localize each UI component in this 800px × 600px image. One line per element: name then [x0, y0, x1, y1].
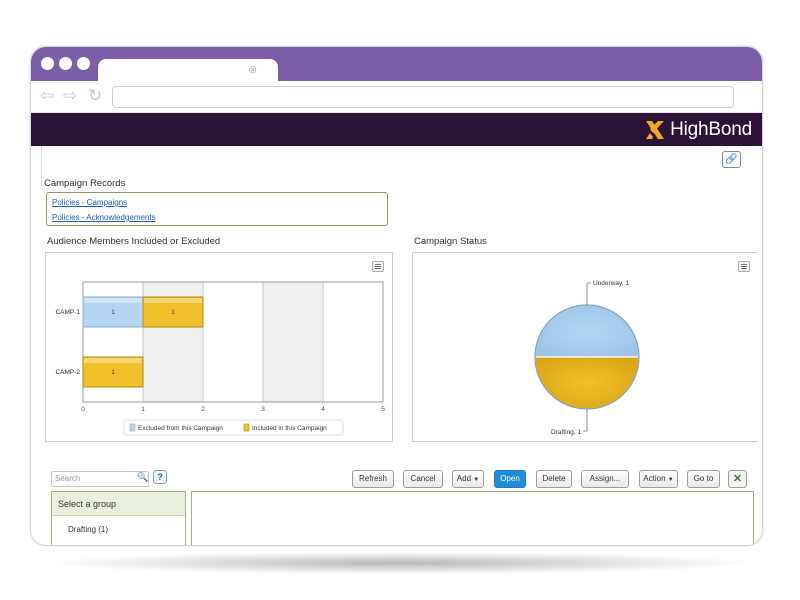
pie-slice: [534, 356, 640, 410]
audience-bar-chart: 0 1 2 3 4 5CAMP-1 1 1CAMP-2 1Excluded from this …: [55, 281, 385, 436]
record-link-campaigns[interactable]: Policies - Campaigns: [52, 195, 387, 210]
tab-close-icon[interactable]: ⊗: [248, 63, 257, 76]
status-pie-chart: Underway, 1 Drafting, 1: [534, 280, 640, 436]
brand-name: HighBond: [670, 119, 752, 140]
chart-legend: Excluded from this Campaign Included in t…: [123, 419, 344, 436]
legend-label: Included in this Campaign: [252, 425, 327, 432]
legend-label: Excluded from this Campaign: [138, 425, 223, 432]
status-chart-panel: Underway, 1 Drafting, 1: [412, 252, 757, 442]
cancel-button[interactable]: Cancel: [403, 470, 443, 488]
action-label: Action: [643, 474, 666, 483]
legend-swatch: [129, 423, 136, 432]
group-heading: Select a group: [52, 492, 185, 516]
record-link-acknowledgements[interactable]: Policies - Acknowledgements: [52, 210, 387, 225]
delete-button[interactable]: Delete: [536, 470, 572, 488]
window-dot-3[interactable]: [77, 57, 90, 70]
x-tick-label: 1: [141, 406, 145, 413]
audience-chart-panel: 0 1 2 3 4 5 CAMP-1 1 1 CAMP-2 1 Excluded from this …: [45, 252, 393, 442]
group-item-drafting[interactable]: Drafting (1): [52, 525, 185, 534]
x-tick-label: 2: [201, 406, 205, 413]
divider: [41, 146, 42, 186]
highbond-logo-mark: [646, 121, 665, 139]
window-dot-2[interactable]: [59, 57, 72, 70]
browser-window: ⊗ ⇦ ⇨ ↻ HighBond 🔗 Campaign Records Poli…: [30, 46, 763, 546]
goto-button[interactable]: Go to: [687, 470, 720, 488]
assign-button[interactable]: Assign...: [581, 470, 629, 488]
back-icon[interactable]: ⇦: [40, 86, 54, 106]
status-chart-title: Campaign Status: [414, 236, 487, 247]
x-tick-label: 3: [261, 406, 265, 413]
bar-highlight: [144, 298, 202, 303]
address-bar[interactable]: [112, 86, 734, 108]
forward-icon[interactable]: ⇨: [63, 86, 77, 106]
records-title: Campaign Records: [44, 178, 126, 189]
browser-toolbar: ⇦ ⇨ ↻: [31, 81, 762, 113]
refresh-icon[interactable]: ↻: [88, 86, 102, 106]
x-tick-label: 0: [81, 406, 85, 413]
pie-label-underway: Underway, 1: [593, 280, 629, 287]
add-button[interactable]: Add ▼: [452, 470, 484, 488]
open-button[interactable]: Open: [494, 470, 526, 488]
group-panel: Select a group Drafting (1): [51, 491, 186, 545]
window-dot-1[interactable]: [41, 57, 54, 70]
audience-chart-title: Audience Members Included or Excluded: [47, 236, 221, 247]
legend-swatch: [243, 423, 250, 432]
pie-menu-icon[interactable]: [738, 261, 750, 272]
records-grid: [191, 491, 754, 545]
leader-line: [583, 409, 588, 432]
search-input[interactable]: Search: [51, 471, 149, 487]
y-category-label: CAMP-1: [55, 309, 80, 316]
refresh-button[interactable]: Refresh: [352, 470, 394, 488]
records-list: Policies - Campaigns Policies - Acknowle…: [46, 192, 388, 226]
add-dropdown-icon: ▼: [473, 477, 480, 483]
x-tick-label: 4: [321, 406, 325, 413]
browser-tab[interactable]: ⊗: [98, 59, 278, 82]
app-header: HighBond: [31, 113, 762, 146]
link-icon[interactable]: 🔗: [722, 151, 741, 168]
bar-highlight: [84, 358, 142, 363]
bar-highlight: [84, 298, 142, 303]
x-tick-label: 5: [381, 406, 385, 413]
action-button[interactable]: Action ▼: [639, 470, 678, 488]
chart-band: [263, 282, 323, 402]
main-content: 🔗 Campaign Records Policies - Campaigns …: [31, 146, 762, 545]
leader-line: [586, 282, 591, 305]
window-shadow: [50, 552, 750, 574]
pie-label-drafting: Drafting, 1: [551, 429, 581, 436]
action-dropdown-icon: ▼: [667, 477, 674, 483]
chart-menu-icon[interactable]: [372, 261, 384, 272]
title-bar: ⊗: [31, 47, 762, 82]
highbond-logo[interactable]: HighBond: [644, 118, 752, 142]
help-icon[interactable]: ?: [153, 470, 167, 484]
y-category-label: CAMP-2: [55, 369, 80, 376]
add-label: Add: [456, 474, 472, 483]
excel-export-icon[interactable]: ✕: [728, 470, 747, 488]
pie-slice: [534, 304, 640, 358]
